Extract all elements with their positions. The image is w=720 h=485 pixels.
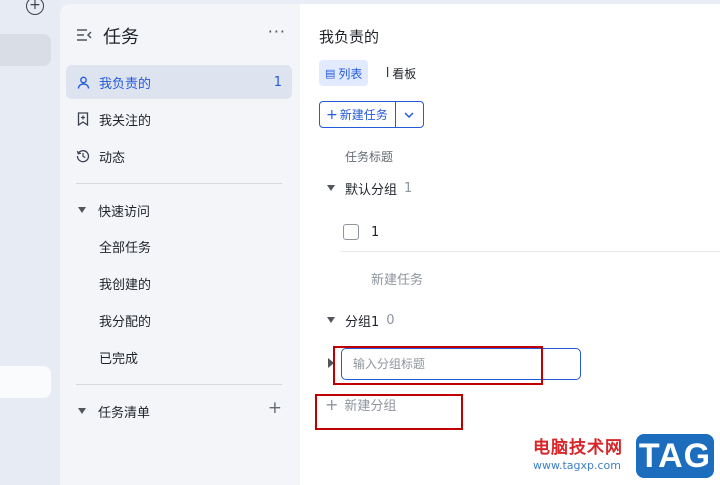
section-label: 快速访问	[98, 204, 151, 220]
task-title[interactable]: 1	[371, 225, 379, 240]
new-task-button[interactable]: + 新建任务	[319, 101, 396, 128]
group-header-default[interactable]: 默认分组 1	[327, 178, 412, 198]
page-title: 我负责的	[319, 28, 380, 46]
group-name: 默认分组	[345, 182, 398, 198]
history-icon	[76, 149, 90, 163]
divider	[76, 384, 282, 385]
nav-item-label: 我关注的	[99, 113, 152, 129]
quick-access-completed[interactable]: 已完成	[99, 348, 138, 367]
task-list-section[interactable]: 任务清单	[78, 401, 150, 421]
plus-icon: +	[326, 106, 338, 123]
collapse-menu-icon[interactable]	[76, 28, 92, 42]
add-task-list-button[interactable]: +	[268, 398, 282, 418]
nav-item-following[interactable]: 我关注的	[66, 102, 292, 136]
new-task-dropdown[interactable]	[395, 101, 424, 128]
quick-access-created[interactable]: 我创建的	[99, 274, 151, 293]
nav-item-activity[interactable]: 动态	[66, 139, 292, 173]
watermark-url: www.tagxp.com	[533, 459, 621, 472]
tab-label: 看板	[392, 66, 417, 81]
section-label: 任务清单	[98, 405, 151, 421]
nav-item-label: 动态	[99, 150, 126, 166]
group-count: 1	[404, 180, 413, 196]
bookmark-icon	[76, 112, 90, 126]
new-task-label: 新建任务	[339, 108, 388, 122]
more-options-icon[interactable]: ···	[268, 22, 286, 41]
column-header-task-title: 任务标题	[345, 150, 394, 164]
quick-access-assigned[interactable]: 我分配的	[99, 311, 151, 330]
caret-down-icon	[78, 408, 86, 414]
divider	[340, 251, 720, 252]
plus-circle-icon[interactable]: +	[26, 0, 44, 15]
watermark-logo: TAG	[636, 434, 714, 478]
rail-active-item[interactable]	[0, 34, 51, 66]
highlight-box	[333, 346, 543, 385]
table-row[interactable]: 1	[343, 223, 379, 241]
nav-item-assigned-to-me[interactable]: 我负责的 1	[66, 65, 292, 99]
tab-list[interactable]: ▤ 列表	[319, 60, 369, 86]
watermark: 电脑技术网 www.tagxp.com TAG	[533, 433, 720, 485]
add-task-in-group[interactable]: 新建任务	[371, 269, 423, 288]
tab-label: 列表	[338, 66, 363, 81]
nav-item-label: 我负责的	[99, 76, 152, 92]
group-name: 分组1	[345, 314, 380, 330]
sidebar-header: 任务 ···	[76, 22, 286, 48]
tab-kanban[interactable]: ꟾ 看板	[380, 60, 422, 86]
task-sidebar: 任务 ··· 我负责的 1 我关注的 动态 快速访问 全部任务 我创建的 我分配…	[60, 4, 300, 485]
watermark-site: 电脑技术网	[533, 438, 623, 458]
task-checkbox[interactable]	[343, 224, 359, 240]
quick-access-all-tasks[interactable]: 全部任务	[99, 237, 151, 256]
group-count: 0	[386, 312, 395, 328]
rail-item[interactable]	[0, 366, 51, 398]
caret-down-icon	[78, 207, 86, 213]
sidebar-title: 任务	[103, 27, 139, 48]
divider	[76, 183, 282, 184]
caret-down-icon	[327, 317, 335, 323]
kanban-icon: ꟾ	[386, 66, 390, 80]
list-icon: ▤	[325, 66, 336, 80]
highlight-box	[315, 394, 463, 430]
app-rail: +	[0, 0, 60, 485]
nav-item-count: 1	[273, 74, 282, 90]
chevron-down-icon	[404, 111, 414, 118]
quick-access-section[interactable]: 快速访问	[78, 200, 150, 220]
person-icon	[76, 75, 90, 89]
new-task-split-button: + 新建任务	[319, 101, 424, 128]
caret-down-icon	[327, 185, 335, 191]
group-header-group1[interactable]: 分组1 0	[327, 310, 395, 330]
